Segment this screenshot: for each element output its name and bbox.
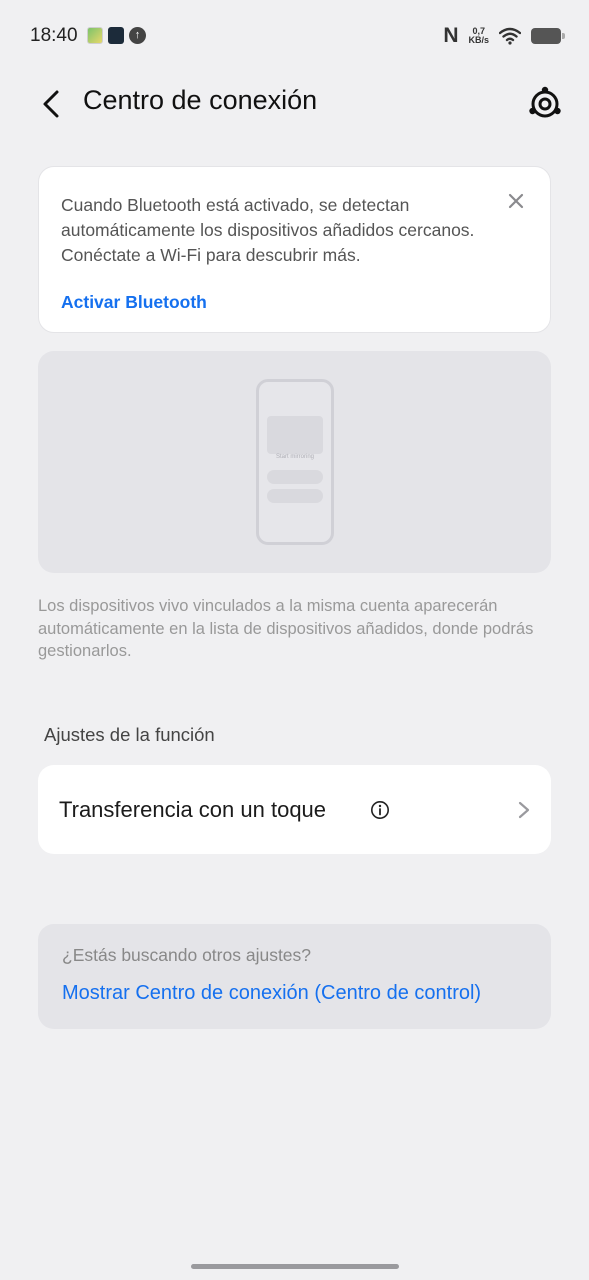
notification-icons: ↑ — [87, 27, 146, 44]
info-icon[interactable] — [370, 800, 390, 820]
other-settings-title: ¿Estás buscando otros ajustes? — [62, 945, 312, 965]
phone-device-row — [267, 489, 323, 503]
nfc-icon: N — [443, 24, 459, 47]
phone-mirror-card — [267, 416, 323, 454]
one-touch-transfer-row[interactable]: Transferencia con un toque — [38, 765, 551, 854]
status-bar: 18:40 ↑ N 0,7 KB/s — [0, 0, 589, 72]
bluetooth-card: Cuando Bluetooth está activado, se detec… — [38, 166, 551, 333]
bluetooth-message: Cuando Bluetooth está activado, se detec… — [61, 195, 475, 265]
wifi-icon — [499, 27, 521, 45]
show-control-center-link[interactable]: Mostrar Centro de conexión (Centro de co… — [62, 982, 481, 1005]
upload-icon: ↑ — [129, 27, 146, 44]
network-speed-unit: KB/s — [468, 35, 489, 45]
status-right-icons: N 0,7 KB/s — [443, 24, 565, 48]
chevron-right-icon — [518, 801, 530, 819]
devices-illustration: Start mirroring — [38, 351, 551, 573]
illustration-description: Los dispositivos vivo vinculados a la mi… — [38, 597, 534, 660]
other-settings-card: ¿Estás buscando otros ajustes? Mostrar C… — [38, 924, 551, 1029]
home-indicator[interactable] — [191, 1264, 399, 1269]
gallery-icon — [87, 27, 103, 44]
phone-illustration: Start mirroring — [256, 379, 334, 545]
settings-icon[interactable] — [527, 86, 563, 122]
battery-icon — [531, 28, 565, 44]
status-time: 18:40 — [30, 25, 78, 46]
activate-bluetooth-button[interactable]: Activar Bluetooth — [61, 292, 207, 313]
app-icon — [108, 27, 124, 44]
phone-illustration-text: Start mirroring — [275, 454, 314, 460]
close-icon[interactable] — [504, 189, 528, 213]
page-title: Centro de conexión — [83, 85, 318, 115]
feature-label: Transferencia con un toque — [59, 797, 327, 822]
section-header: Ajustes de la función — [44, 724, 215, 745]
connection-center-screen: 18:40 ↑ N 0,7 KB/s Centro de conexión Cu… — [0, 0, 589, 1280]
network-speed: 0,7 KB/s — [468, 27, 489, 45]
phone-device-row — [267, 470, 323, 484]
back-button[interactable] — [34, 84, 70, 124]
